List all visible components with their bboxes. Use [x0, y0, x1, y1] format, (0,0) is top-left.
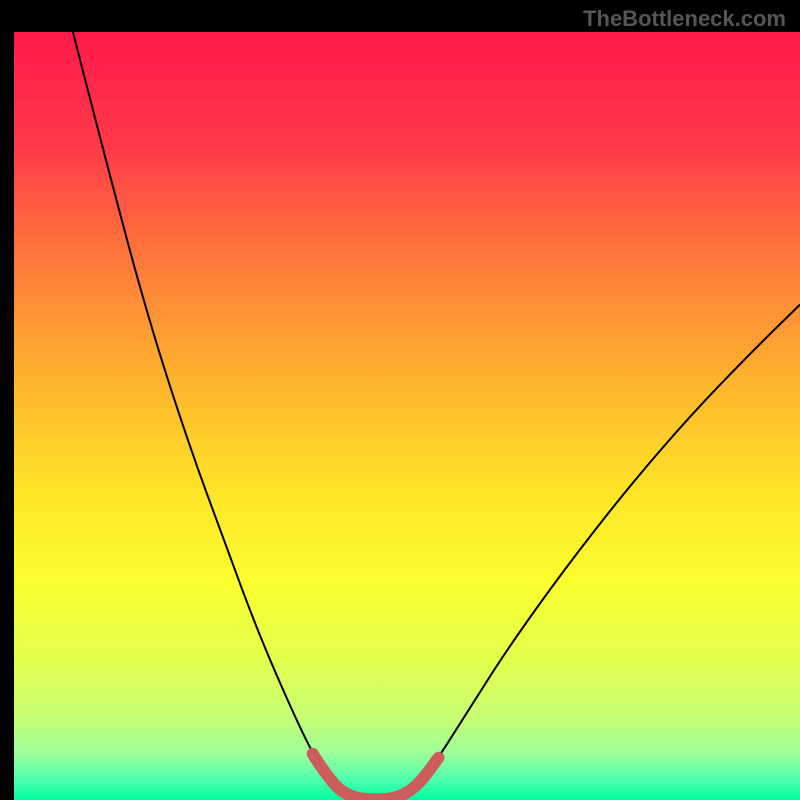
plot-area	[14, 32, 800, 800]
watermark-text: TheBottleneck.com	[583, 6, 786, 32]
chart-svg	[14, 32, 800, 800]
gradient-background	[14, 32, 800, 800]
chart-frame: TheBottleneck.com	[0, 0, 800, 800]
